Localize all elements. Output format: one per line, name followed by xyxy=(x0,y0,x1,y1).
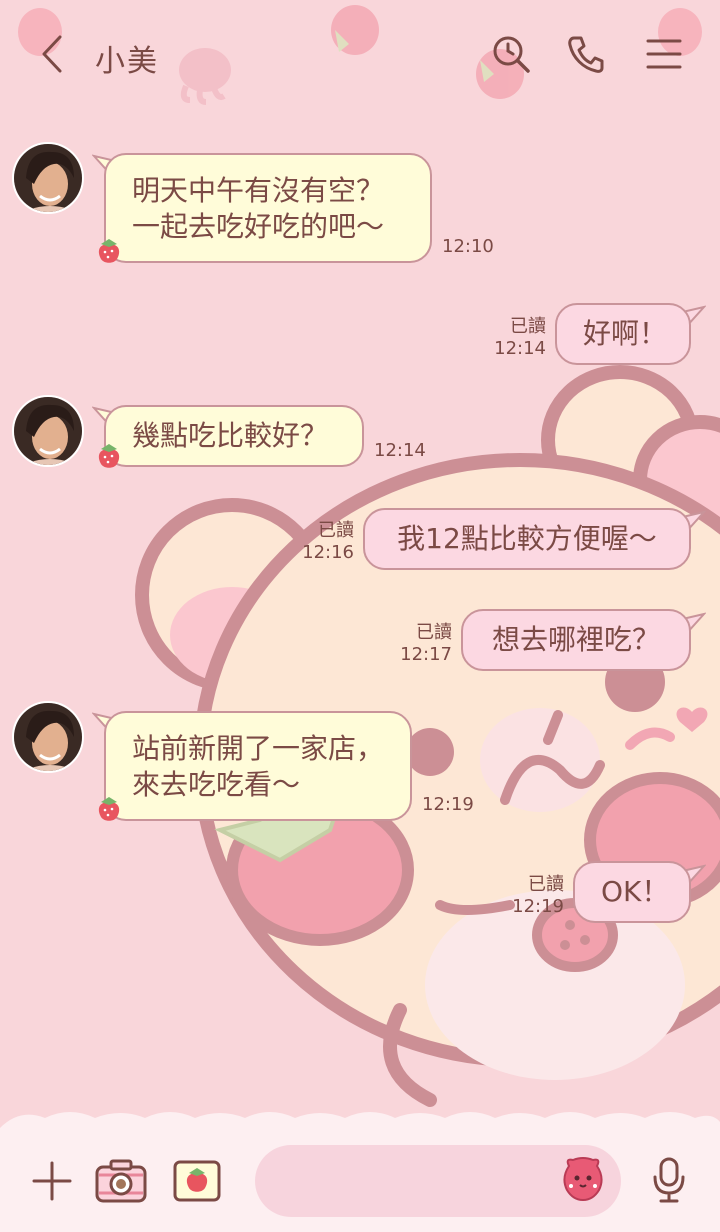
incoming-message-bubble[interactable]: 站前新開了一家店， 來去吃吃看～ xyxy=(104,711,412,821)
message-text: 幾點吃比較好？ xyxy=(132,419,329,452)
microphone-icon[interactable] xyxy=(651,1157,687,1203)
message-timestamp: 12:14 xyxy=(494,338,546,359)
outgoing-message-bubble[interactable]: 我12點比較方便喔～ xyxy=(363,508,691,570)
message-timestamp: 12:19 xyxy=(512,896,564,917)
read-receipt: 已讀 xyxy=(528,874,564,895)
contact-avatar[interactable] xyxy=(12,701,84,773)
message-text: 一起去吃好吃的吧～ xyxy=(132,210,385,243)
outgoing-message-bubble[interactable]: OK！ xyxy=(573,861,691,923)
incoming-message-bubble[interactable]: 明天中午有沒有空？ 一起去吃好吃的吧～ xyxy=(104,153,432,263)
strawberry-icon xyxy=(98,239,120,263)
message-timestamp: 12:14 xyxy=(374,440,426,461)
outgoing-message-bubble[interactable]: 好啊！ xyxy=(555,303,691,365)
read-receipt: 已讀 xyxy=(318,520,354,541)
plus-icon[interactable] xyxy=(32,1161,72,1201)
read-receipt: 已讀 xyxy=(510,316,546,337)
message-text: 來去吃吃看～ xyxy=(132,768,301,801)
message-text: 明天中午有沒有空？ xyxy=(132,174,385,207)
message-timestamp: 12:16 xyxy=(302,542,354,563)
message-text: 想去哪裡吃？ xyxy=(491,623,660,656)
outgoing-message-bubble[interactable]: 想去哪裡吃？ xyxy=(461,609,691,671)
message-timestamp: 12:19 xyxy=(422,794,474,815)
back-icon[interactable] xyxy=(36,34,66,74)
contact-name[interactable]: 小美 xyxy=(95,36,159,80)
chat-header: 小美 xyxy=(0,0,720,108)
camera-icon[interactable] xyxy=(95,1159,147,1203)
message-text: 站前新開了一家店， xyxy=(132,732,385,765)
message-timestamp: 12:10 xyxy=(442,236,494,257)
message-text: 好啊！ xyxy=(583,317,668,350)
photo-icon[interactable] xyxy=(172,1159,222,1203)
strawberry-icon xyxy=(98,797,120,821)
search-icon[interactable] xyxy=(491,34,531,74)
strawberry-icon xyxy=(98,444,120,468)
incoming-message-bubble[interactable]: 幾點吃比較好？ xyxy=(104,405,364,467)
contact-avatar[interactable] xyxy=(12,142,84,214)
phone-icon[interactable] xyxy=(566,34,606,74)
menu-icon[interactable] xyxy=(646,38,682,70)
message-text: OK！ xyxy=(601,875,670,908)
message-text: 我12點比較方便喔～ xyxy=(397,522,657,555)
read-receipt: 已讀 xyxy=(416,622,452,643)
contact-avatar[interactable] xyxy=(12,395,84,467)
sticker-icon[interactable] xyxy=(561,1156,605,1202)
message-timestamp: 12:17 xyxy=(400,644,452,665)
